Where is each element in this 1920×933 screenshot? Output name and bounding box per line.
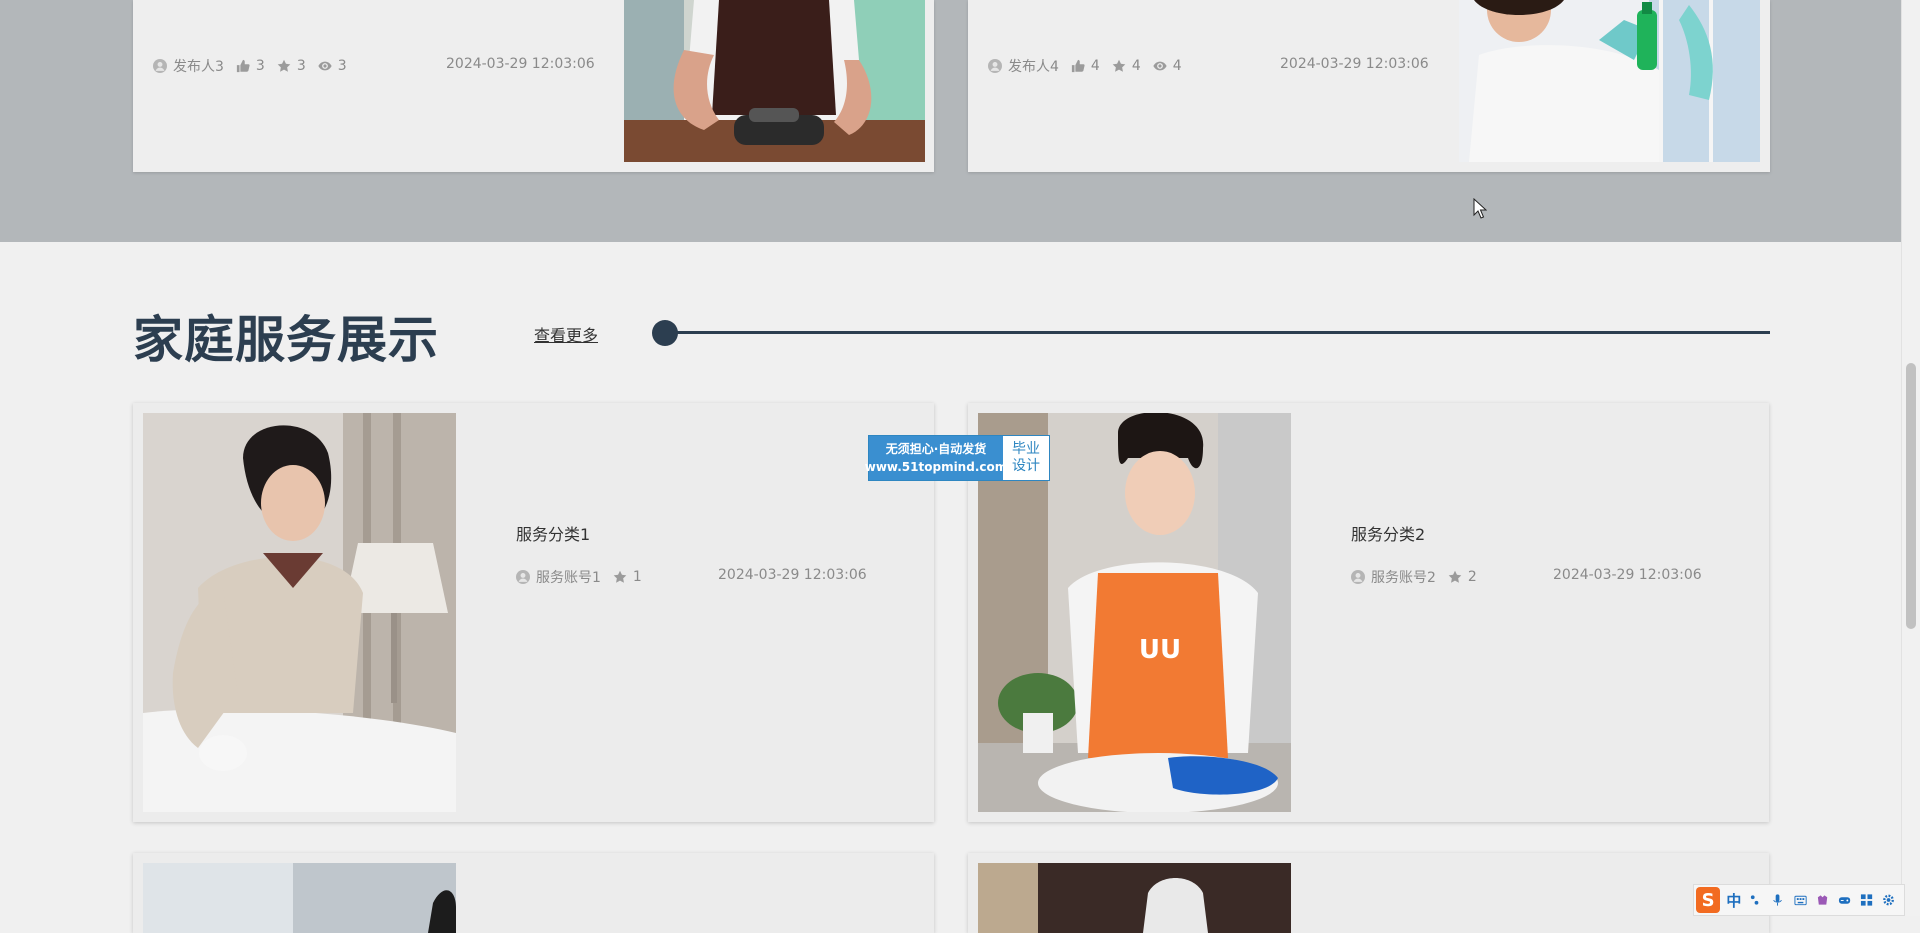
view-more-link[interactable]: 查看更多 [534,322,598,346]
service-account-name: 服务账号2 [1371,570,1436,586]
service-account-name: 服务账号1 [536,570,601,586]
views-count: 4 [1172,58,1182,74]
ime-mode-toggle[interactable]: 中 [1726,890,1741,911]
likes: 4 [1071,58,1100,74]
badge-left: 无须担心·自动发货 www.51topmind.com [865,436,1007,480]
service-account: 服务账号1 [516,567,601,587]
badge-slogan: 无须担心·自动发货 [885,442,987,456]
likes-count: 3 [255,58,265,74]
cleaning-photo-image [624,0,925,162]
favorites-count: 3 [296,58,306,74]
thumbs-up-icon [1071,59,1085,73]
sogou-logo-icon[interactable]: S [1696,887,1721,913]
badge-right: 毕业 设计 [1003,436,1049,480]
punctuation-icon[interactable] [1749,893,1762,907]
page-scrollbar[interactable] [1901,0,1920,916]
badge-url: www.51topmind.com [864,460,1008,474]
publisher-name: 发布人3 [173,59,224,75]
service-card[interactable] [133,853,934,933]
user-icon [516,570,530,584]
news-meta: 发布人3 3 3 3 [153,56,359,76]
service-photo-image [978,863,1291,933]
favorites-count: 4 [1131,58,1141,74]
service-date: 2024-03-29 12:03:06 [1553,567,1702,583]
service-photo-image [143,863,456,933]
service-meta: 服务账号2 2 [1351,567,1489,587]
service-favorites-count: 1 [632,569,642,585]
microphone-icon[interactable] [1771,893,1784,907]
service-card[interactable] [968,853,1769,933]
thumbs-up-icon [236,59,250,73]
service-date: 2024-03-29 12:03:06 [718,567,867,583]
badge-text-2: 设计 [1012,458,1040,474]
service-meta: 服务账号1 1 [516,567,654,587]
likes: 3 [236,58,265,74]
mouse-cursor-icon [1473,198,1487,219]
star-icon [1448,570,1462,583]
watermark-badge[interactable]: 无须担心·自动发货 www.51topmind.com 毕业 设计 [865,435,1050,481]
user-icon [153,59,167,73]
housekeeper-photo-image [143,413,456,812]
badge-text-1: 毕业 [1012,441,1040,457]
user-icon [988,59,1002,73]
keyboard-icon[interactable] [1793,893,1807,907]
star-icon [1112,59,1126,72]
star-icon [277,59,291,72]
gamepad-icon[interactable] [1838,893,1851,907]
service-image[interactable] [978,863,1291,933]
divider-dot [652,320,678,346]
news-date: 2024-03-29 12:03:06 [446,56,595,72]
service-card[interactable]: UU 服务分类2 服务账号2 2 2024-03-29 12:03:06 [968,403,1769,822]
favorites: 3 [277,58,306,74]
news-band: 发布人3 3 3 3 2024-03-29 12:03:06 发布人4 4 4 … [0,0,1902,242]
news-image[interactable] [1459,0,1760,162]
publisher: 发布人3 [153,56,224,76]
favorites: 4 [1112,58,1141,74]
user-icon [1351,570,1365,584]
news-meta: 发布人4 4 4 4 [988,56,1194,76]
news-card[interactable]: 发布人4 4 4 4 2024-03-29 12:03:06 [968,0,1770,172]
skin-icon[interactable] [1816,893,1829,907]
news-date: 2024-03-29 12:03:06 [1280,56,1429,72]
toolbox-icon[interactable] [1860,893,1873,907]
eye-icon [318,61,332,71]
service-favorites: 1 [613,569,642,585]
news-image[interactable] [624,0,925,162]
publisher: 发布人4 [988,56,1059,76]
views-count: 3 [337,58,347,74]
publisher-name: 发布人4 [1008,59,1059,75]
eye-icon [1153,61,1167,71]
service-image[interactable] [143,863,456,933]
star-icon [613,570,627,583]
service-name[interactable]: 服务分类1 [516,521,590,545]
service-favorites-count: 2 [1467,569,1477,585]
service-account: 服务账号2 [1351,567,1436,587]
svg-text:UU: UU [1139,635,1181,665]
service-favorites: 2 [1448,569,1477,585]
service-name[interactable]: 服务分类2 [1351,521,1425,545]
service-image[interactable] [143,413,456,812]
views: 3 [318,58,347,74]
likes-count: 4 [1090,58,1100,74]
news-card[interactable]: 发布人3 3 3 3 2024-03-29 12:03:06 [133,0,934,172]
views: 4 [1153,58,1182,74]
settings-gear-icon[interactable] [1882,893,1895,907]
service-card[interactable]: 服务分类1 服务账号1 1 2024-03-29 12:03:06 [133,403,934,822]
ime-toolbar[interactable]: S 中 [1693,884,1905,916]
scrollbar-thumb[interactable] [1906,363,1916,629]
window-cleaning-photo-image [1459,0,1760,162]
section-divider [666,331,1770,334]
section-title: 家庭服务展示 [133,311,439,369]
